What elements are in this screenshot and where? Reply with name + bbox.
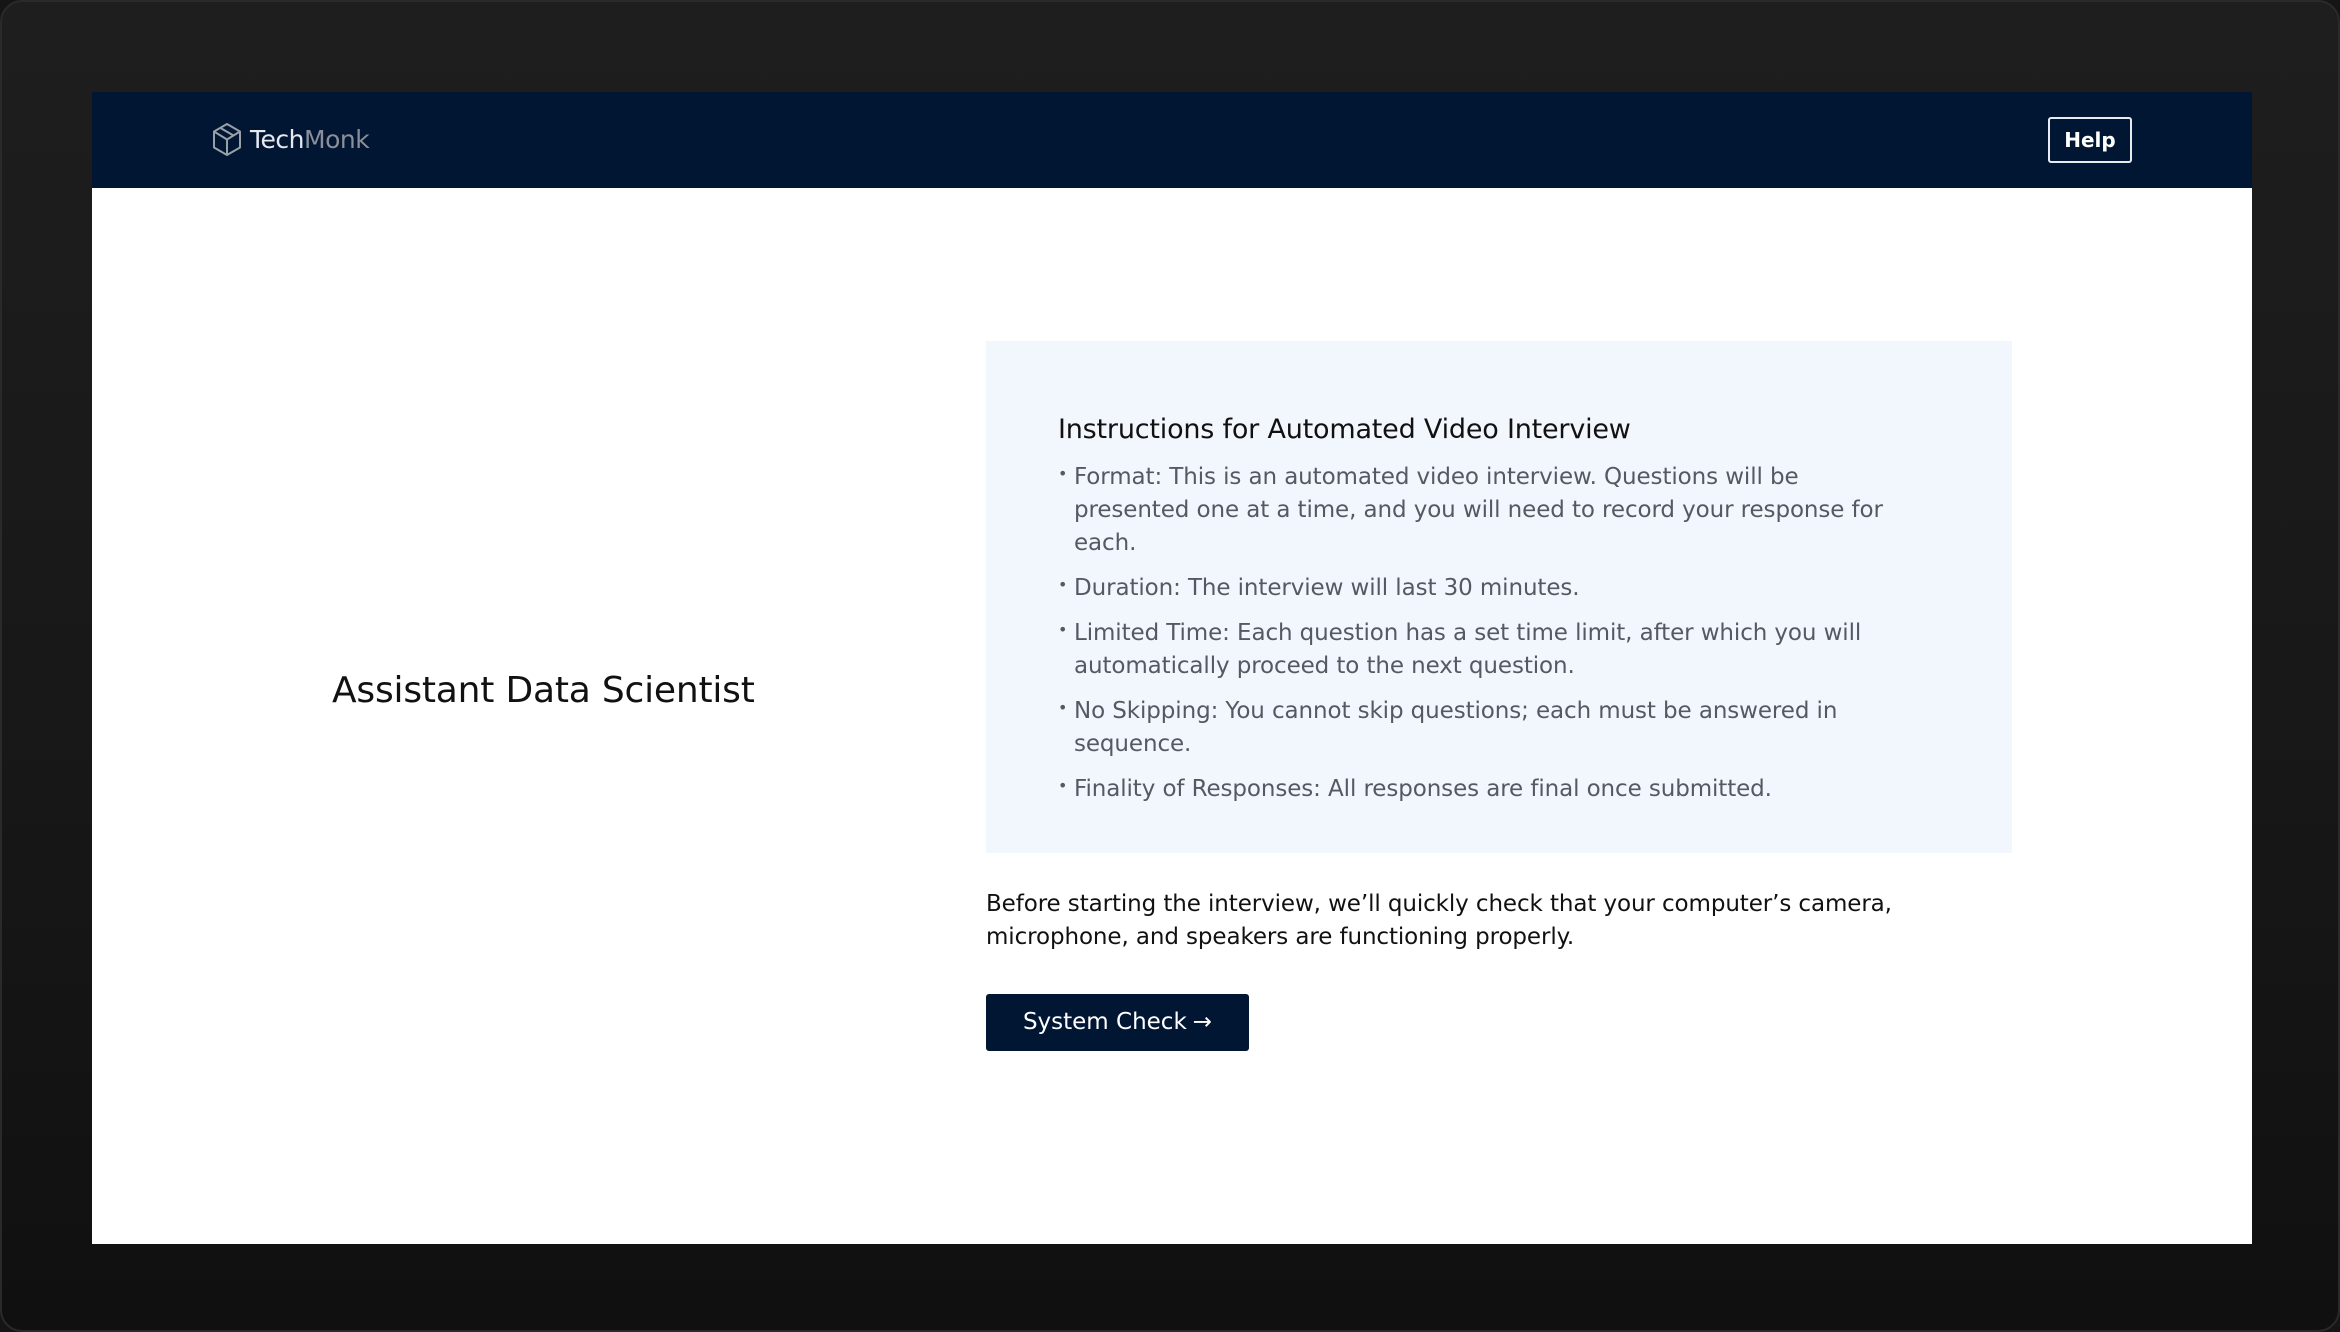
instruction-text: Format: This is an automated video inter…: [1074, 464, 1883, 556]
instruction-text: Finality of Responses: All responses are…: [1074, 776, 1772, 802]
brand-name-second: Monk: [304, 125, 370, 154]
job-title: Assistant Data Scientist: [332, 670, 755, 711]
bullet-dot: •: [1058, 464, 1068, 483]
instruction-item-finality: • Finality of Responses: All responses ar…: [1058, 773, 1914, 806]
brand-logo[interactable]: TechMonk: [210, 120, 370, 160]
arrow-right-icon: →: [1192, 1009, 1213, 1035]
help-button[interactable]: Help: [2048, 117, 2132, 163]
app-screen: TechMonk Help Assistant Data Scientist I…: [92, 92, 2252, 1244]
instruction-item-duration: • Duration: The interview will last 30 mi…: [1058, 572, 1914, 605]
system-check-button[interactable]: System Check →: [986, 994, 1249, 1051]
bullet-dot: •: [1058, 620, 1068, 639]
instruction-text: No Skipping: You cannot skip questions; …: [1074, 698, 1838, 757]
instruction-text: Limited Time: Each question has a set ti…: [1074, 620, 1862, 679]
bullet-dot: •: [1058, 698, 1068, 717]
instruction-item-format: • Format: This is an automated video inte…: [1058, 461, 1914, 560]
instructions-panel: Instructions for Automated Video Intervi…: [986, 341, 2012, 853]
bullet-dot: •: [1058, 575, 1068, 594]
instruction-text: Duration: The interview will last 30 min…: [1074, 575, 1580, 601]
instructions-heading: Instructions for Automated Video Intervi…: [1058, 414, 1631, 445]
device-bezel: TechMonk Help Assistant Data Scientist I…: [0, 0, 2340, 1332]
system-check-note: Before starting the interview, we’ll qui…: [986, 891, 1892, 950]
top-navbar: TechMonk Help: [92, 92, 2252, 188]
brand-name-first: Tech: [250, 125, 305, 154]
instructions-list: • Format: This is an automated video inte…: [1058, 461, 1940, 806]
system-check-label: System Check: [1022, 1009, 1187, 1035]
brand-name: TechMonk: [250, 120, 370, 160]
bullet-dot: •: [1058, 776, 1068, 795]
instruction-item-no-skipping: • No Skipping: You cannot skip questions;…: [1058, 695, 1914, 761]
instruction-item-limited-time: • Limited Time: Each question has a set t…: [1058, 617, 1914, 683]
cube-logo-icon: [213, 123, 241, 156]
